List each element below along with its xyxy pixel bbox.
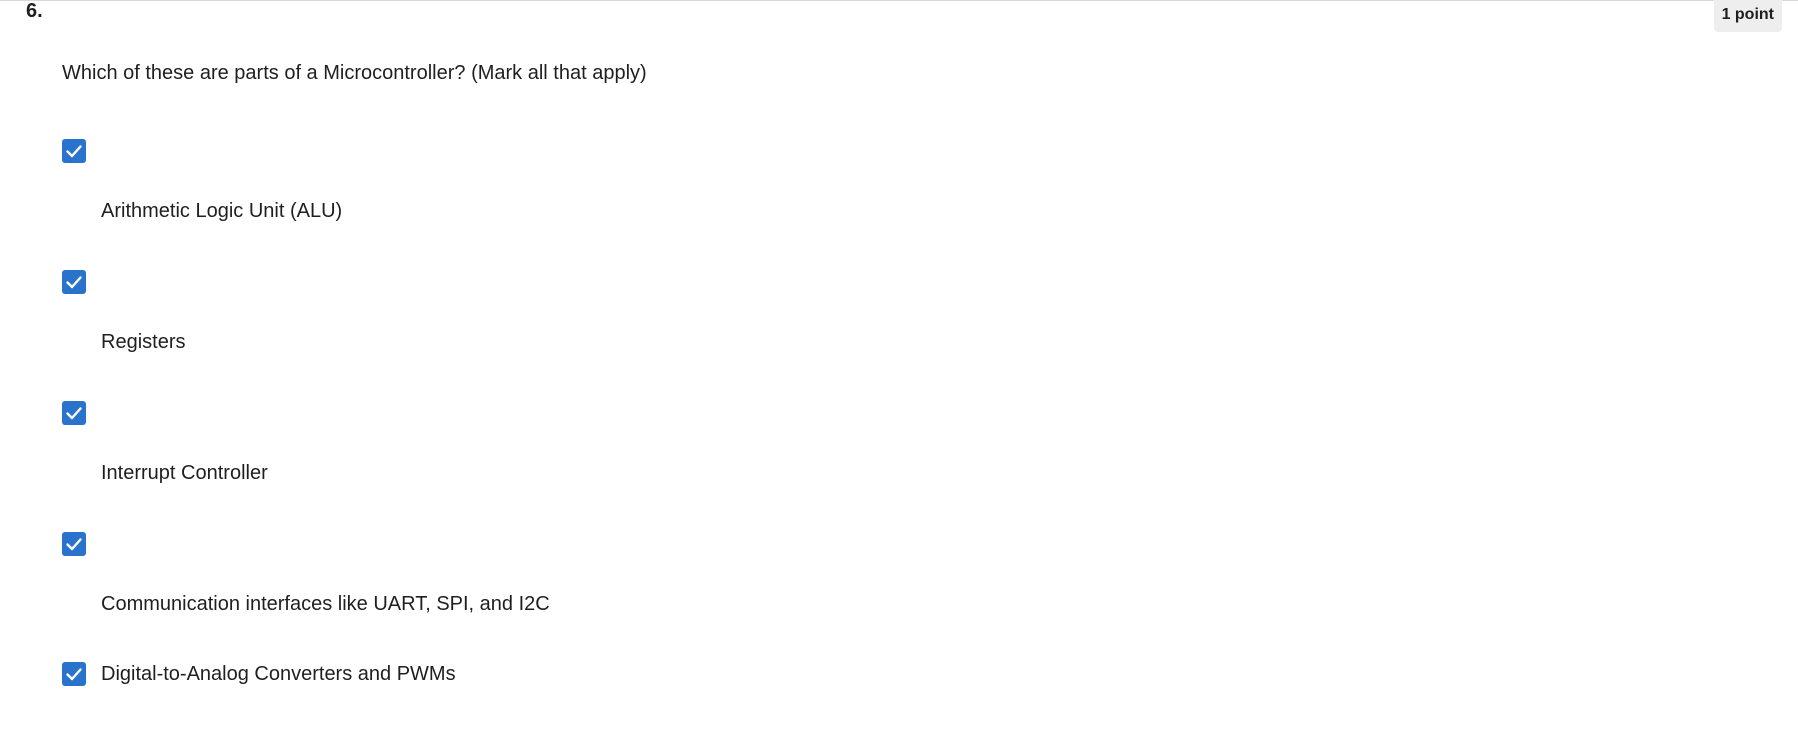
- check-icon: [66, 668, 82, 681]
- check-icon: [66, 145, 82, 158]
- option-label: Interrupt Controller: [101, 462, 268, 484]
- divider: [0, 0, 1798, 1]
- option-checkbox[interactable]: [62, 270, 86, 294]
- option-checkbox[interactable]: [62, 139, 86, 163]
- points-badge: 1 point: [1713, 0, 1782, 32]
- question-text: Which of these are parts of a Microcontr…: [62, 62, 647, 84]
- option-checkbox[interactable]: [62, 532, 86, 556]
- option-label: Arithmetic Logic Unit (ALU): [101, 200, 343, 222]
- option-checkbox[interactable]: [62, 401, 86, 425]
- check-icon: [66, 276, 82, 289]
- option-checkbox[interactable]: [62, 662, 86, 686]
- quiz-question-page: 6. 1 point Which of these are parts of a…: [0, 0, 1798, 744]
- check-icon: [66, 538, 82, 551]
- question-number: 6.: [26, 0, 43, 22]
- option-label: Communication interfaces like UART, SPI,…: [101, 593, 550, 615]
- check-icon: [66, 407, 82, 420]
- option-label: Digital-to-Analog Converters and PWMs: [101, 663, 456, 685]
- option-label: Registers: [101, 331, 186, 353]
